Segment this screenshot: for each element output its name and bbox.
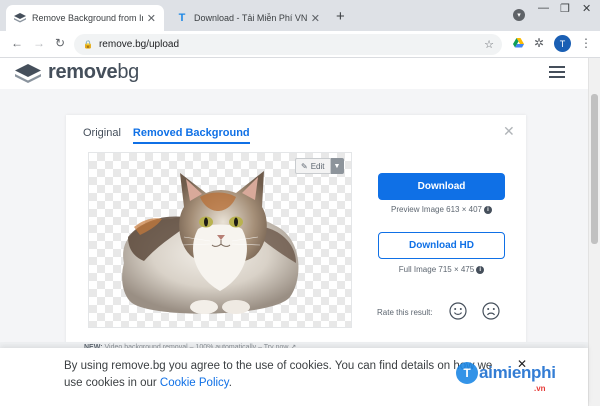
close-icon[interactable]: ✕ [311, 12, 320, 25]
frown-face-icon[interactable] [482, 302, 500, 320]
result-tabs: Original Removed Background [83, 127, 250, 144]
t-letter-icon: T [178, 12, 186, 24]
browser-tab-strip: Remove Background from Image ✕ T Downloa… [0, 0, 600, 31]
scrollbar-thumb[interactable] [591, 94, 598, 244]
download-button[interactable]: Download [378, 173, 505, 200]
page-scrollbar[interactable] [588, 58, 600, 406]
drive-icon[interactable] [513, 37, 524, 51]
cookie-message-end: . [228, 377, 232, 389]
rate-label: Rate this result: [377, 308, 433, 317]
cookie-text: By using remove.bg you agree to the use … [64, 358, 514, 392]
pencil-icon: ✎ [301, 161, 308, 171]
back-arrow-icon[interactable]: ← [11, 36, 23, 50]
tab-original[interactable]: Original [83, 127, 121, 144]
tab-title: Download - Tải Miễn Phí VN - Ph [194, 13, 307, 23]
watermark-logo-mark: T [456, 362, 478, 384]
lock-icon: 🔒 [83, 40, 93, 49]
close-icon[interactable]: ✕ [503, 123, 515, 140]
close-icon[interactable]: ✕ [147, 12, 156, 25]
edit-label: Edit [310, 161, 325, 171]
info-icon[interactable]: i [483, 205, 492, 214]
removebg-logo[interactable]: removebg [14, 61, 139, 84]
smile-face-icon[interactable] [449, 302, 467, 320]
preview-image-info: Preview Image 613 × 407 i [378, 205, 505, 214]
download-hd-button[interactable]: Download HD [378, 232, 505, 259]
bookmark-star-icon[interactable]: ☆ [484, 38, 494, 51]
tab-title: Remove Background from Image [32, 13, 143, 23]
browser-tab-taimienphi[interactable]: T Download - Tải Miễn Phí VN - Ph ✕ [168, 5, 328, 31]
result-image-preview: ✎ Edit ▼ [88, 152, 352, 328]
browser-tab-removebg[interactable]: Remove Background from Image ✕ [6, 5, 164, 31]
info-icon[interactable]: i [476, 265, 485, 274]
taimienphi-watermark: T aimienphi .vn [456, 362, 556, 393]
tab-search-icon[interactable]: ▾ [513, 9, 525, 21]
cookie-message: By using remove.bg you agree to the use … [64, 360, 493, 389]
removebg-logo-icon [15, 63, 41, 83]
chevron-down-icon[interactable]: ▼ [330, 158, 344, 174]
forward-arrow-icon[interactable]: → [33, 36, 45, 50]
full-image-info: Full Image 715 × 475 i [378, 265, 505, 274]
menu-hamburger-icon[interactable] [549, 66, 565, 78]
removebg-layers-icon [14, 12, 26, 24]
extensions-puzzle-icon[interactable]: ✲ [534, 36, 544, 50]
cookie-policy-link[interactable]: Cookie Policy [160, 377, 229, 389]
restore-icon[interactable]: ❐ [560, 2, 570, 15]
watermark-suffix: .vn [534, 384, 546, 393]
edit-button[interactable]: ✎ Edit ▼ [295, 158, 344, 174]
page-content: removebg Original Removed Background ✕ ✎… [0, 58, 600, 406]
reload-icon[interactable]: ↻ [55, 36, 65, 50]
tab-removed-background[interactable]: Removed Background [132, 127, 250, 144]
url-text: remove.bg/upload [98, 39, 180, 50]
browser-menu-icon[interactable]: ⋮ [580, 36, 592, 50]
site-header: removebg [0, 58, 588, 89]
profile-avatar[interactable]: T [554, 35, 571, 52]
logo-word-remove: remove [48, 61, 118, 83]
logo-word-bg: bg [117, 61, 140, 83]
cat-image [122, 171, 299, 314]
watermark-name: aimienphi [479, 363, 556, 382]
preview-info-text: Preview Image 613 × 407 [391, 205, 482, 214]
minimize-icon[interactable]: — [538, 2, 549, 14]
window-close-icon[interactable]: ✕ [582, 2, 591, 15]
address-bar[interactable]: 🔒 remove.bg/upload ☆ [74, 34, 502, 55]
full-info-text: Full Image 715 × 475 [398, 265, 475, 274]
browser-toolbar: ← → ↻ 🔒 remove.bg/upload ☆ ✲ T ⋮ [0, 31, 600, 58]
new-tab-button[interactable]: + [336, 8, 345, 25]
